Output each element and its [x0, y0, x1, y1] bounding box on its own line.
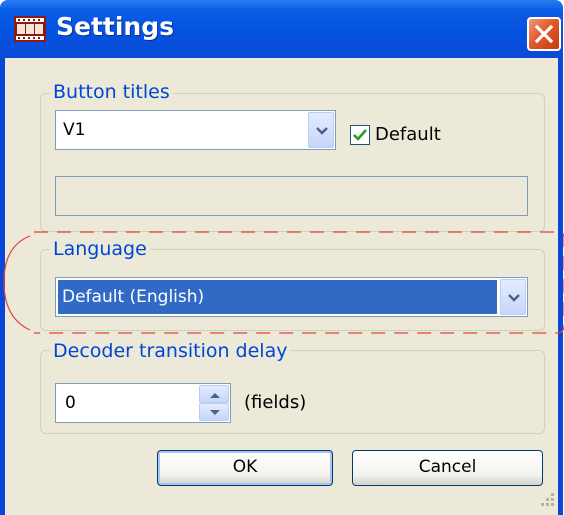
- language-highlight-annotation: [3, 231, 564, 334]
- title-bar[interactable]: Settings: [0, 0, 563, 58]
- decoder-delay-value: 0: [65, 393, 76, 413]
- filmstrip-icon: [14, 16, 46, 42]
- default-checkbox-label[interactable]: Default: [375, 124, 441, 146]
- decoder-delay-spinbox[interactable]: 0: [55, 383, 231, 423]
- button-title-select-value: V1: [63, 120, 86, 140]
- button-title-input[interactable]: [55, 176, 528, 216]
- button-title-select[interactable]: V1: [55, 110, 336, 150]
- decoder-group-label: Decoder transition delay: [50, 340, 291, 362]
- decoder-delay-spin-buttons: [199, 385, 229, 421]
- close-icon: [535, 25, 553, 43]
- button-titles-group-label: Button titles: [50, 81, 173, 103]
- ok-button[interactable]: OK: [157, 450, 333, 486]
- checkmark-icon: [353, 129, 367, 141]
- cancel-button[interactable]: Cancel: [352, 450, 543, 486]
- chevron-down-icon: [316, 127, 328, 135]
- chevron-down-icon: [210, 410, 220, 415]
- chevron-up-icon: [210, 393, 220, 398]
- decoder-unit-label: (fields): [244, 392, 307, 413]
- default-checkbox[interactable]: [350, 125, 370, 145]
- window-title: Settings: [56, 12, 175, 41]
- resize-grip-icon[interactable]: [536, 488, 556, 508]
- close-button[interactable]: [527, 17, 561, 51]
- spin-up-button[interactable]: [199, 385, 229, 403]
- spin-down-button[interactable]: [199, 403, 229, 421]
- button-title-dropdown-button[interactable]: [308, 112, 334, 148]
